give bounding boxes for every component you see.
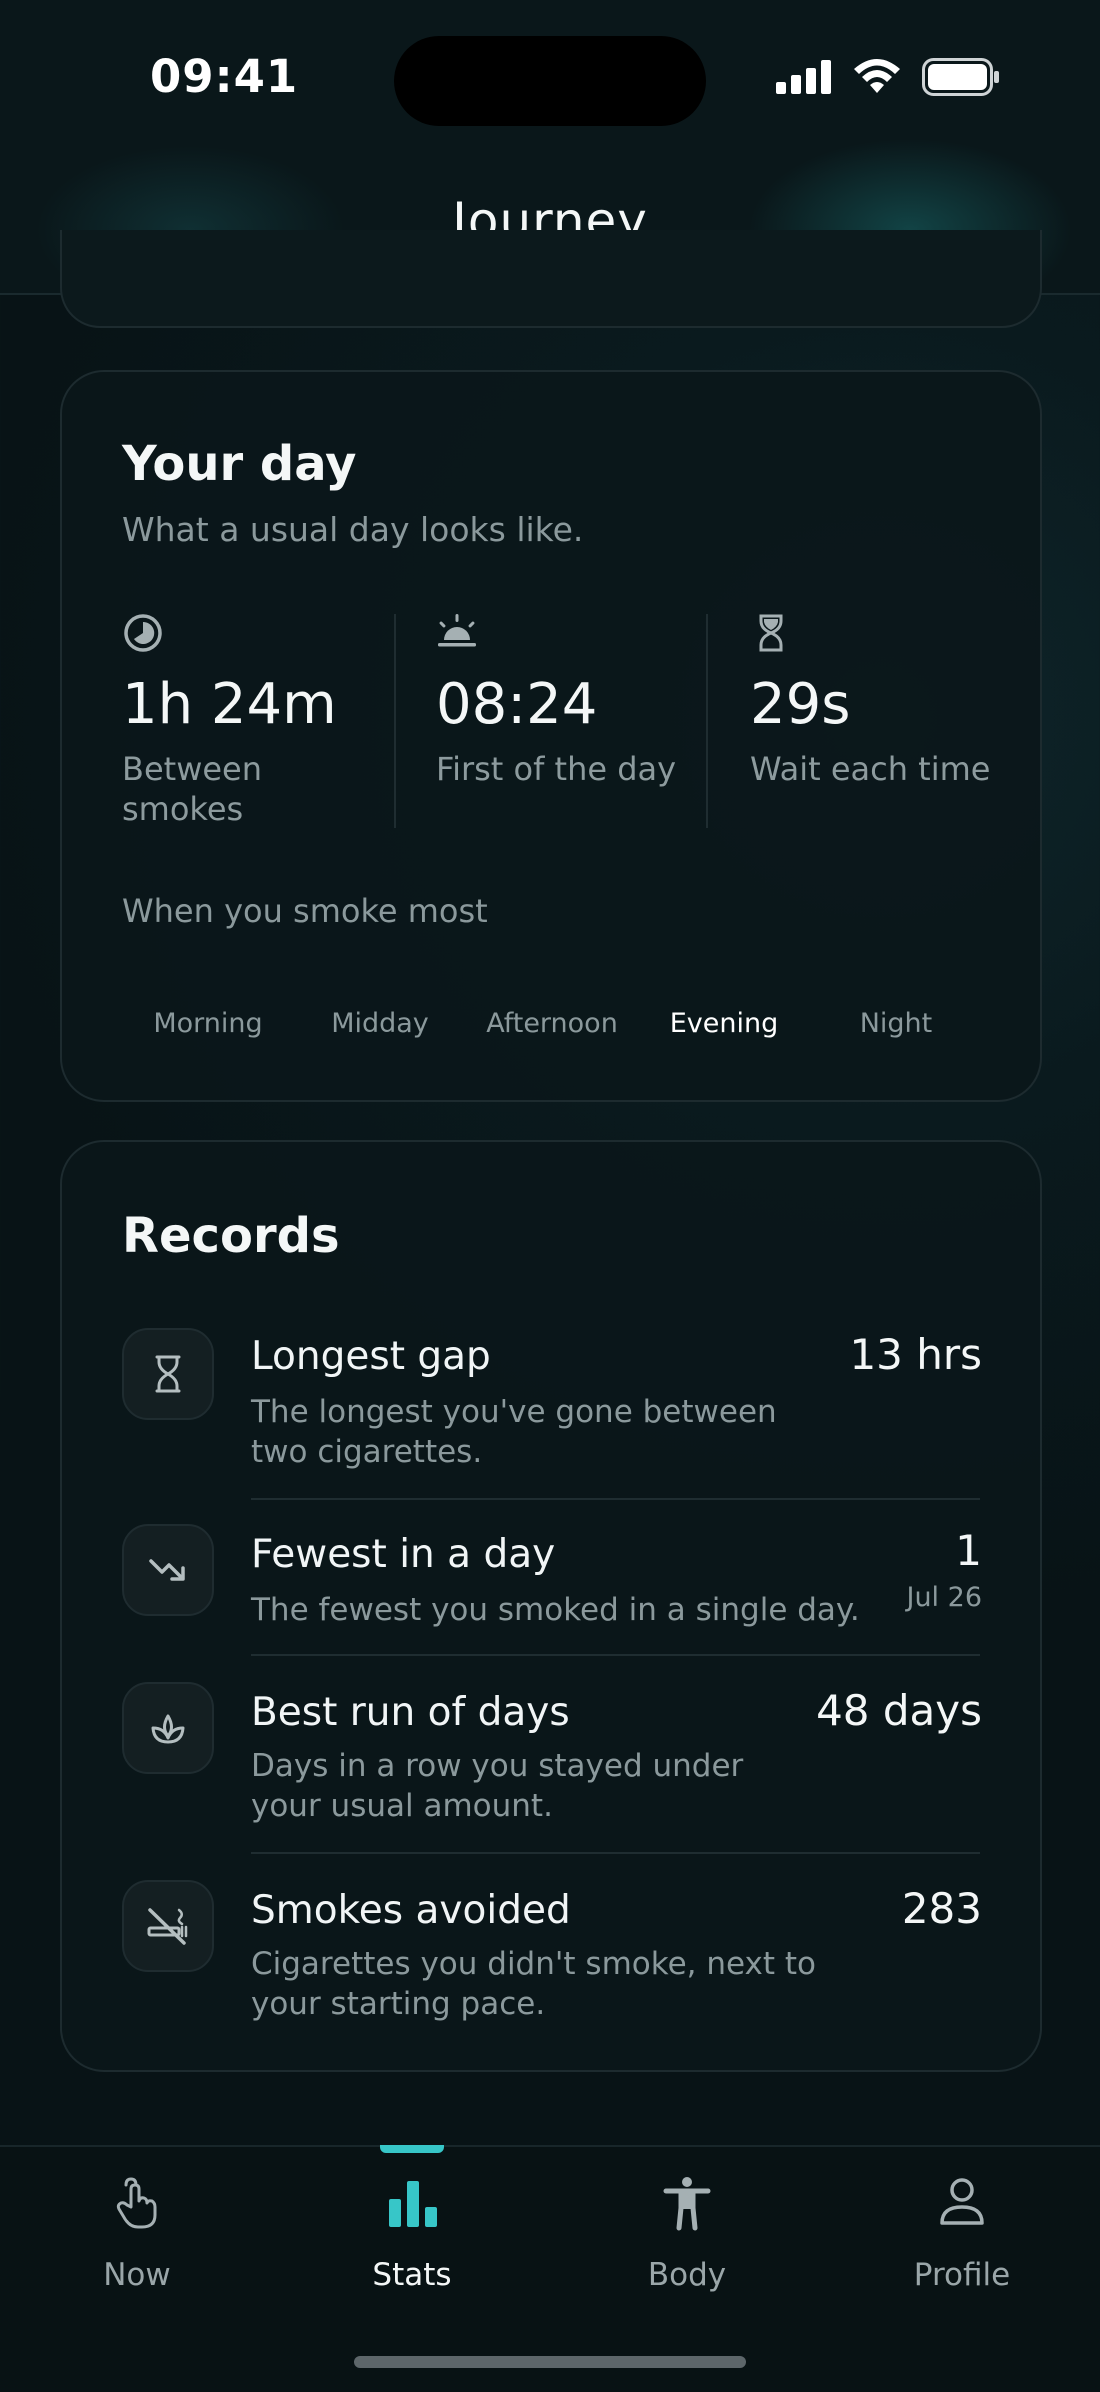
- clock-pie-icon: [124, 614, 162, 652]
- stat-wait-each-time: 29s Wait each time: [750, 612, 1000, 789]
- period-morning: Morning: [153, 1008, 263, 1039]
- smoke-most-label: When you smoke most: [122, 892, 488, 930]
- signal-icon: [776, 60, 831, 94]
- no-smoking-icon: [122, 1880, 214, 1972]
- period-night: Night: [859, 1008, 933, 1039]
- stat-between-smokes: 1h 24m Between smokes: [122, 612, 362, 829]
- period-evening: Evening: [669, 1008, 779, 1039]
- tab-label: Profile: [913, 2257, 1011, 2293]
- status-bar: 09:41: [0, 0, 1100, 150]
- tab-label: Now: [103, 2257, 171, 2293]
- dynamic-island: [394, 36, 706, 126]
- battery-icon: [922, 58, 999, 96]
- stat-value: 08:24: [436, 672, 598, 737]
- tab-profile[interactable]: Profile: [862, 2147, 1062, 2307]
- record-title: Smokes avoided: [251, 1888, 571, 1933]
- record-value: 13 hrs: [849, 1330, 982, 1379]
- bar-chart-icon: [389, 2181, 437, 2227]
- your-day-card: Your day What a usual day looks like. 1h…: [60, 370, 1042, 1102]
- tab-now[interactable]: Now: [37, 2147, 237, 2307]
- record-description: The fewest you smoked in a single day.: [251, 1592, 860, 1628]
- stat-first-of-day: 08:24 First of the day: [436, 612, 706, 789]
- tab-label: Stats: [372, 2257, 452, 2293]
- stat-label: Between smokes: [122, 750, 263, 828]
- hourglass-icon: [122, 1328, 214, 1420]
- your-day-title: Your day: [122, 436, 357, 492]
- stat-value: 1h 24m: [122, 672, 337, 737]
- record-description: Days in a row you stayed under your usua…: [251, 1748, 744, 1824]
- tab-stats[interactable]: Stats: [312, 2147, 512, 2307]
- record-description: Cigarettes you didn't smoke, next to you…: [251, 1946, 817, 2022]
- tap-hand-icon: [116, 2177, 157, 2229]
- tab-label: Body: [647, 2257, 727, 2293]
- status-icons: [776, 58, 1000, 96]
- body-icon: [663, 2177, 711, 2231]
- period-midday: Midday: [331, 1008, 429, 1039]
- record-divider: [251, 1852, 980, 1854]
- record-value: 283: [901, 1884, 982, 1933]
- stat-divider: [394, 614, 396, 828]
- person-icon: [940, 2178, 984, 2225]
- time-of-day-periods: Morning Midday Afternoon Evening Night: [122, 1008, 982, 1039]
- status-time: 09:41: [150, 50, 299, 103]
- wifi-icon: [854, 59, 900, 93]
- records-title: Records: [122, 1208, 340, 1264]
- record-value: 1: [955, 1526, 982, 1575]
- stat-label: First of the day: [436, 750, 677, 788]
- record-date: Jul 26: [906, 1582, 982, 1613]
- sprout-icon: [122, 1682, 214, 1774]
- record-description: The longest you've gone between two ciga…: [251, 1394, 777, 1470]
- stat-value: 29s: [750, 672, 851, 737]
- trend-down-icon: [122, 1524, 214, 1616]
- record-value: 48 days: [816, 1686, 982, 1735]
- record-title: Fewest in a day: [251, 1532, 556, 1577]
- previous-card-edge: [60, 230, 1042, 328]
- bottom-tab-bar: Now Stats Body Profile: [0, 2145, 1100, 2392]
- tab-body[interactable]: Body: [587, 2147, 787, 2307]
- record-divider: [251, 1654, 980, 1656]
- records-card: Records Longest gap 13 hrs The longest y…: [60, 1140, 1042, 2072]
- record-title: Longest gap: [251, 1334, 491, 1379]
- record-title: Best run of days: [251, 1690, 570, 1735]
- stat-label: Wait each time: [750, 750, 991, 788]
- sunrise-icon: [438, 614, 476, 647]
- record-divider: [251, 1498, 980, 1500]
- stat-divider: [706, 614, 708, 828]
- period-afternoon: Afternoon: [486, 1008, 618, 1039]
- your-day-subtitle: What a usual day looks like.: [122, 510, 584, 549]
- home-indicator[interactable]: [354, 2356, 746, 2368]
- hourglass-icon: [759, 614, 783, 652]
